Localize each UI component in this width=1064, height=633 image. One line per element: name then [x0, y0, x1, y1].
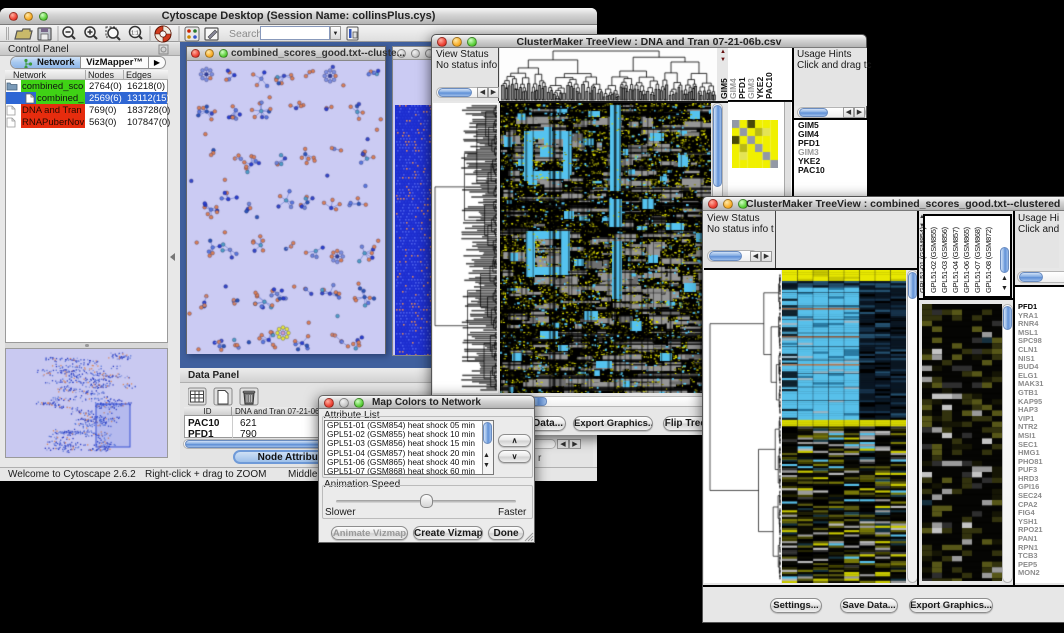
svg-text:1:1: 1:1	[131, 31, 139, 37]
